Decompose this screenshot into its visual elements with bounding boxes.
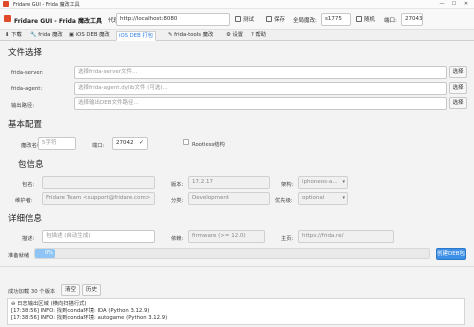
global-name-label: 全局魔改: xyxy=(293,18,317,24)
download-icon: ⬇ xyxy=(5,32,10,38)
browse-frida-server-button[interactable]: 选择 xyxy=(449,66,467,78)
browse-frida-agent-button[interactable]: 选择 xyxy=(449,82,467,94)
output-path-input[interactable]: 选择输出DEB文件路径... xyxy=(74,97,447,110)
arch-label: 架构: xyxy=(281,182,294,188)
section-label: 分类: xyxy=(171,198,184,204)
description-label: 描述: xyxy=(22,236,35,242)
tab-label: 帮助 xyxy=(255,32,267,38)
tab-ios-deb-package[interactable]: iOS DEB 打包 xyxy=(116,31,157,41)
log-line: [17:38:56] INFO: 找到conda环境: autogame (Py… xyxy=(11,315,168,322)
close-icon[interactable]: ✕ xyxy=(460,0,472,9)
minimize-icon[interactable]: — xyxy=(436,0,448,9)
test-label: 测试 xyxy=(243,17,255,23)
app-icon xyxy=(3,1,9,7)
save-icon xyxy=(266,16,272,22)
log-summary: 成功加载 30 个版本 xyxy=(8,289,56,295)
tab-label: iOS DEB 魔改 xyxy=(75,32,110,38)
tab-label: 设置 xyxy=(232,32,244,38)
tab-bar: ⬇ 下载 🔧 frida 魔改 ▣ iOS DEB 魔改 iOS DEB 打包 … xyxy=(0,30,474,41)
help-icon: ? xyxy=(251,32,254,38)
tab-label: iOS DEB 打包 xyxy=(119,33,154,39)
app-name: Fridare GUI - Frida 魔改工具 xyxy=(14,18,103,25)
tools-icon: ✎ xyxy=(168,32,173,38)
package-name-label: 包名: xyxy=(22,182,35,188)
arch-select[interactable]: iphoneos-a... ▾ xyxy=(298,176,348,189)
depends-input[interactable]: firmware (>= 12.0) xyxy=(188,230,265,243)
header-toolbar: Fridare GUI - Frida 魔改工具 代理: http://loca… xyxy=(0,9,474,30)
maximize-icon[interactable]: ☐ xyxy=(448,0,460,9)
check-icon: ✓ xyxy=(139,139,145,146)
frida-server-label: frida-server: xyxy=(11,70,44,76)
tab-settings[interactable]: ⚙ 设置 xyxy=(224,31,245,41)
tab-help[interactable]: ? 帮助 xyxy=(249,31,268,41)
priority-label: 优先级: xyxy=(275,198,293,204)
proxy-input[interactable]: http://localhost:8080 xyxy=(116,13,230,26)
file-section-title: 文件选择 xyxy=(8,48,43,58)
random-button[interactable]: 随机 xyxy=(356,15,375,23)
chevron-down-icon: ▾ xyxy=(342,179,345,185)
log-output: ⊖ 日志输出区域 (横向扫描行式) [17:38:56] INFO: 找到con… xyxy=(7,298,465,325)
maintainer-label: 维护者: xyxy=(15,198,33,204)
chevron-down-icon: ▾ xyxy=(342,195,345,201)
package-name-input[interactable] xyxy=(42,176,155,189)
save-label: 保存 xyxy=(274,17,286,23)
depends-label: 依赖: xyxy=(171,236,184,242)
homepage-input[interactable]: https://frida.re/ xyxy=(298,230,394,243)
gear-icon: ⚙ xyxy=(226,32,231,38)
magic-name-input[interactable]: 5字符 xyxy=(38,137,76,150)
arch-value: iphoneos-a... xyxy=(302,179,338,185)
create-deb-button[interactable]: 创建DEB包 xyxy=(436,248,466,260)
package-section-title: 包信息 xyxy=(18,160,44,170)
priority-value: optional xyxy=(302,195,325,201)
browse-output-button[interactable]: 选择 xyxy=(449,97,467,109)
package-icon: ▣ xyxy=(69,32,75,38)
status-text: 准备就绪 xyxy=(8,253,30,259)
tab-label: 下载 xyxy=(11,32,22,38)
global-name-input[interactable]: s1775 xyxy=(321,13,351,26)
section-input[interactable]: Development xyxy=(188,192,270,205)
port-label: 端口: xyxy=(92,143,105,149)
logo-icon xyxy=(4,15,11,22)
tab-label: frida 魔改 xyxy=(38,32,63,38)
header-port-input[interactable]: 27043 xyxy=(401,13,423,26)
tab-frida-tools[interactable]: ✎ frida-tools 魔改 xyxy=(166,31,215,41)
maintainer-input[interactable]: Fridare Team <support@fridare.com> xyxy=(42,192,155,205)
random-icon xyxy=(356,16,362,22)
homepage-label: 主页: xyxy=(281,236,294,242)
version-input[interactable]: 17.2.17 xyxy=(188,176,270,189)
history-log-button[interactable]: 历史 xyxy=(82,284,101,296)
header-port-label: 端口: xyxy=(384,18,397,24)
frida-server-input[interactable]: 选择frida-server文件... xyxy=(74,66,447,79)
clear-log-button[interactable]: 清空 xyxy=(61,284,80,296)
frida-agent-label: frida-agent: xyxy=(11,86,43,92)
save-button[interactable]: 保存 xyxy=(266,15,285,23)
rootless-label: Rootless结构 xyxy=(192,142,225,148)
test-button[interactable]: 测试 xyxy=(235,15,254,23)
frida-agent-input[interactable]: 选择frida-agent.dylib文件 (可选)... xyxy=(74,82,447,95)
progress-text: 0% xyxy=(45,250,53,256)
window-titlebar: Fridare GUI - Frida 魔改工具 — ☐ ✕ xyxy=(0,0,474,9)
priority-select[interactable]: optional ▾ xyxy=(298,192,348,205)
output-path-label: 输出路径: xyxy=(11,103,34,109)
version-label: 版本: xyxy=(171,182,184,188)
tab-frida-modify[interactable]: 🔧 frida 魔改 xyxy=(28,31,65,41)
detail-section-title: 详细信息 xyxy=(8,214,43,224)
tab-ios-deb-modify[interactable]: ▣ iOS DEB 魔改 xyxy=(67,31,112,41)
test-icon xyxy=(235,16,241,22)
footer-divider xyxy=(0,266,474,267)
basic-section-title: 基本配置 xyxy=(8,120,43,130)
wrench-icon: 🔧 xyxy=(30,32,37,38)
description-input[interactable]: 包描述 (自动生成) xyxy=(42,230,155,243)
progress-bar: 0% xyxy=(34,248,430,259)
window-title: Fridare GUI - Frida 魔改工具 xyxy=(13,1,80,8)
tab-download[interactable]: ⬇ 下载 xyxy=(3,31,24,41)
tab-label: frida-tools 魔改 xyxy=(174,32,214,38)
random-label: 随机 xyxy=(364,17,376,23)
rootless-checkbox[interactable] xyxy=(183,139,189,145)
